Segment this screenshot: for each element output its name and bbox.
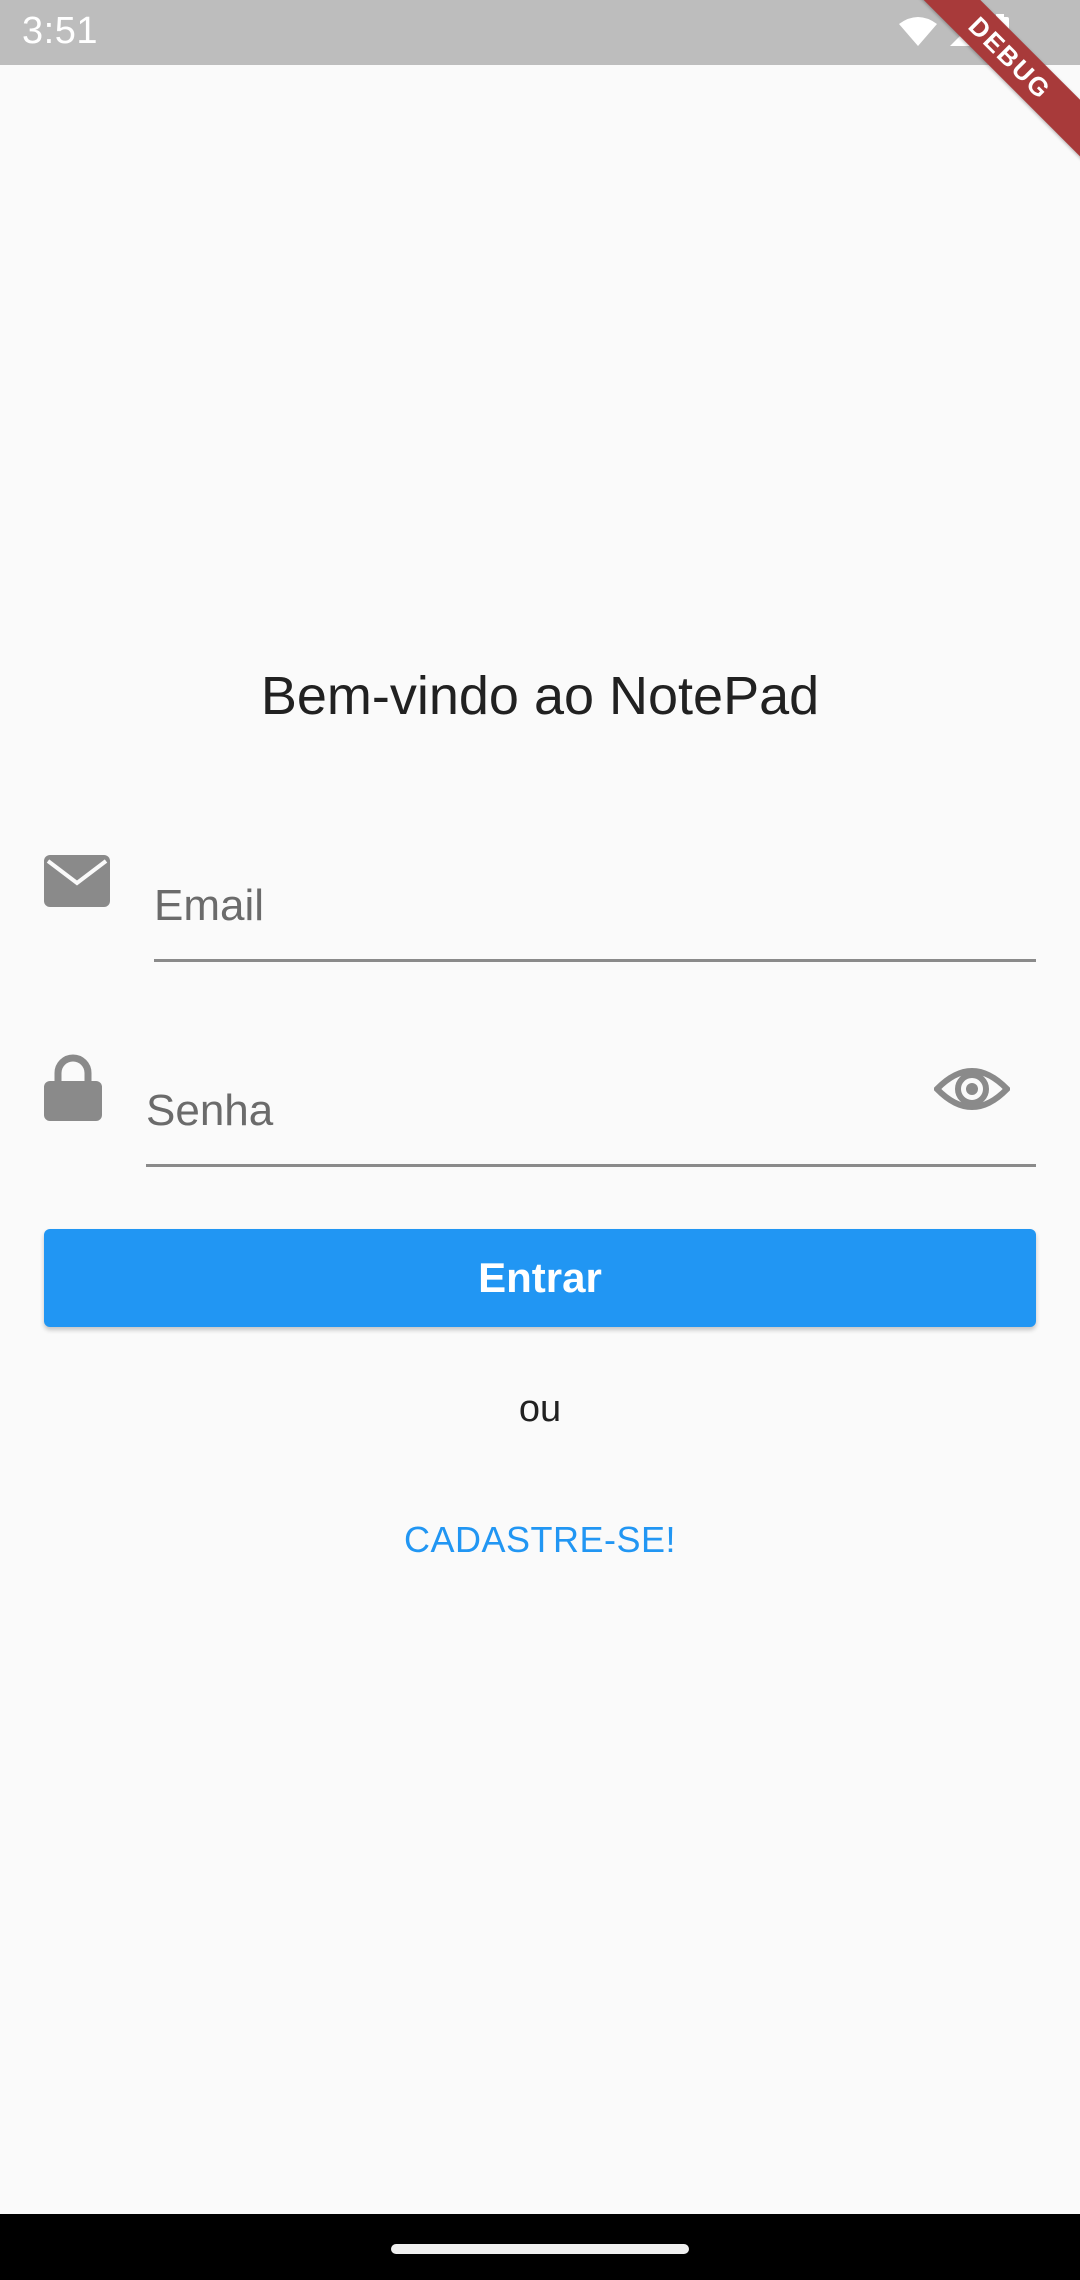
login-button[interactable]: Entrar xyxy=(44,1229,1036,1327)
password-field-row xyxy=(44,1045,1036,1170)
envelope-icon xyxy=(44,855,110,907)
status-time: 3:51 xyxy=(22,10,98,52)
separator-text: ou xyxy=(518,1388,562,1430)
navigation-bar xyxy=(0,2214,1080,2280)
signup-button[interactable]: CADASTRE-SE! xyxy=(340,1505,740,1575)
password-field[interactable] xyxy=(146,1045,1036,1167)
home-gesture-handle[interactable] xyxy=(391,2244,689,2254)
email-field-row xyxy=(44,840,1036,965)
wifi-icon xyxy=(899,17,937,46)
lock-icon xyxy=(44,1054,102,1121)
email-field[interactable] xyxy=(154,840,1036,962)
page-title: Bem-vindo ao NotePad xyxy=(260,666,820,726)
status-bar: 3:51 xyxy=(0,0,1080,65)
eye-icon[interactable] xyxy=(934,1059,1010,1119)
